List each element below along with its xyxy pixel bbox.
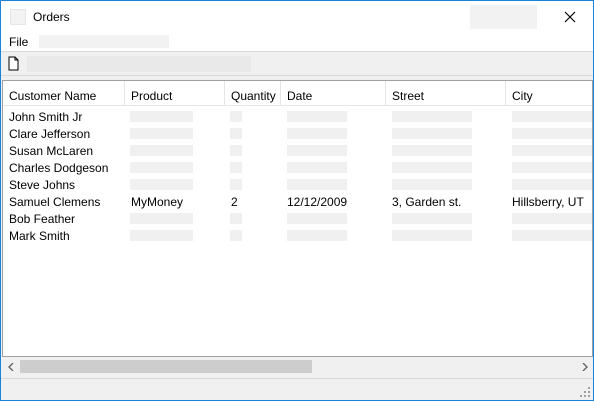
cell-product: [130, 128, 193, 139]
cell-customer-name: Bob Feather: [9, 212, 76, 226]
cell-quantity: 2: [231, 195, 238, 209]
cell-customer-name: Charles Dodgeson: [9, 161, 109, 175]
cell-street: [392, 230, 472, 241]
close-icon: [564, 11, 576, 22]
cell-quantity: [230, 179, 242, 190]
table-row[interactable]: Bob Feather: [3, 210, 592, 227]
chevron-right-icon: [582, 362, 588, 371]
table-row[interactable]: Steve Johns: [3, 176, 592, 193]
cell-customer-name: Mark Smith: [9, 229, 70, 243]
header-city[interactable]: City: [506, 81, 592, 106]
cell-date: [287, 145, 347, 156]
cell-product: MyMoney: [131, 195, 184, 209]
table-row[interactable]: John Smith Jr: [3, 108, 592, 125]
toolbar-blank: [27, 56, 251, 72]
cell-city: [512, 179, 592, 190]
cell-quantity: [230, 213, 242, 224]
cell-date: [287, 179, 347, 190]
orders-grid[interactable]: Customer Name Product Quantity Date Stre…: [2, 80, 593, 357]
header-product[interactable]: Product: [125, 81, 225, 106]
horizontal-scrollbar[interactable]: [2, 358, 593, 375]
title-bar-blank: [470, 5, 537, 29]
header-date[interactable]: Date: [281, 81, 386, 106]
cell-street: [392, 213, 472, 224]
table-row[interactable]: Mark Smith: [3, 227, 592, 244]
cell-quantity: [230, 230, 242, 241]
cell-date: [287, 213, 347, 224]
cell-customer-name: Susan McLaren: [9, 144, 94, 158]
cell-product: [130, 230, 193, 241]
window-title: Orders: [33, 10, 70, 24]
cell-product: [130, 213, 193, 224]
scroll-thumb[interactable]: [20, 360, 312, 373]
cell-street: [392, 145, 472, 156]
grid-header: Customer Name Product Quantity Date Stre…: [3, 81, 592, 106]
cell-customer-name: Samuel Clemens: [9, 195, 101, 209]
cell-product: [130, 162, 193, 173]
cell-city: [512, 128, 592, 139]
cell-quantity: [230, 128, 242, 139]
scroll-left-button[interactable]: [2, 358, 19, 375]
header-street[interactable]: Street: [386, 81, 506, 106]
cell-date: [287, 128, 347, 139]
cell-date: [287, 162, 347, 173]
cell-customer-name: Clare Jefferson: [9, 127, 91, 141]
table-row[interactable]: Clare Jefferson: [3, 125, 592, 142]
cell-quantity: [230, 145, 242, 156]
scroll-right-button[interactable]: [576, 358, 593, 375]
toolbar: [1, 51, 593, 76]
close-button[interactable]: [547, 1, 593, 32]
cell-street: [392, 179, 472, 190]
menu-file[interactable]: File: [9, 35, 28, 49]
chevron-left-icon: [7, 362, 13, 371]
title-bar: Orders: [1, 1, 593, 32]
header-quantity[interactable]: Quantity: [225, 81, 281, 106]
cell-street: 3, Garden st.: [392, 195, 462, 209]
cell-quantity: [230, 111, 242, 122]
cell-product: [130, 179, 193, 190]
cell-product: [130, 145, 193, 156]
cell-date: 12/12/2009: [287, 195, 348, 209]
cell-city: [512, 213, 592, 224]
cell-city: Hillsberry, UT: [512, 195, 584, 209]
cell-city: [512, 230, 592, 241]
status-bar: [1, 378, 593, 400]
header-customer-name[interactable]: Customer Name: [3, 81, 125, 106]
cell-date: [287, 230, 347, 241]
cell-city: [512, 162, 592, 173]
cell-city: [512, 111, 592, 122]
new-button[interactable]: [5, 55, 22, 72]
cell-street: [392, 162, 472, 173]
cell-customer-name: Steve Johns: [9, 178, 76, 192]
table-row[interactable]: Charles Dodgeson: [3, 159, 592, 176]
cell-city: [512, 145, 592, 156]
orders-window: Orders File Customer Name Product Quanti…: [0, 0, 594, 401]
menu-blank: [39, 35, 169, 48]
table-row[interactable]: Susan McLaren: [3, 142, 592, 159]
cell-customer-name: John Smith Jr: [9, 110, 83, 124]
app-icon: [10, 9, 26, 25]
table-row[interactable]: Samuel Clemens MyMoney 2 12/12/2009 3, G…: [3, 193, 592, 210]
cell-product: [130, 111, 193, 122]
cell-quantity: [230, 162, 242, 173]
cell-street: [392, 111, 472, 122]
new-document-icon: [8, 56, 19, 71]
resize-grip-icon[interactable]: [579, 386, 591, 398]
menu-bar: File: [1, 32, 593, 51]
cell-street: [392, 128, 472, 139]
cell-date: [287, 111, 347, 122]
